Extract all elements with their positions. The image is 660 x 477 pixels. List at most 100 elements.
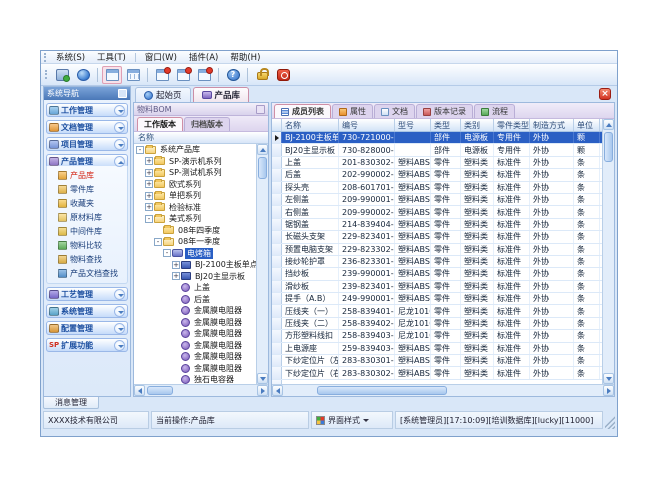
tree-node-18[interactable]: 金属膜电阻器 (134, 351, 256, 363)
sidebar-item-4[interactable]: 中间件库 (54, 225, 127, 238)
detail-tab-2[interactable]: 文档 (374, 104, 415, 118)
expand-icon[interactable]: + (172, 261, 180, 269)
power-button[interactable] (273, 66, 293, 84)
window-grid-button[interactable] (123, 66, 143, 84)
bom-version-tab-1[interactable]: 归档版本 (184, 117, 230, 131)
table-row-9[interactable]: 预置电脑支架229-823302-00X塑料ABS零件塑料类标准件外协条 (272, 244, 602, 256)
column-header-0[interactable]: 名称 (282, 119, 339, 131)
column-header-7[interactable]: 单位 (574, 119, 600, 131)
table-row-17[interactable]: 上电源座259-839403-00X塑料ABS零件塑料类标准件外协条 (272, 343, 602, 355)
sidebar-group-header-5[interactable]: 系统管理 (46, 304, 128, 318)
table-row-13[interactable]: 提手（A.B）249-990001-01X塑料ABS零件塑料类标准件外协条 (272, 293, 602, 305)
table-row-1[interactable]: BJ20主显示板730-828000-04X部件电源板专用件外协颗 (272, 144, 602, 156)
table-horizontal-scrollbar[interactable] (272, 384, 614, 396)
expand-icon[interactable]: + (172, 272, 180, 280)
sidebar-item-7[interactable]: 产品文档查找 (54, 267, 127, 280)
tree-node-2[interactable]: +SP-测试机系列 (134, 167, 256, 179)
help-button[interactable] (223, 66, 243, 84)
sidebar-group-header-7[interactable]: SP扩展功能 (46, 338, 128, 352)
table-row-18[interactable]: 下纱定位片（左）283-830301-00X塑料ABS零件塑料类标准件外协条 (272, 355, 602, 367)
table-row-12[interactable]: 滑纱板239-823401-00X塑料ABS零件塑料类标准件外协条 (272, 281, 602, 293)
tree-node-20[interactable]: 独石电容器 (134, 374, 256, 384)
window-resize-grip[interactable] (605, 411, 615, 429)
detail-tab-3[interactable]: 版本记录 (416, 104, 473, 118)
detail-tab-1[interactable]: 属性 (332, 104, 373, 118)
tree-node-3[interactable]: +欧式系列 (134, 179, 256, 191)
column-header-5[interactable]: 零件类型 (494, 119, 530, 131)
tree-node-7[interactable]: 08年四季度 (134, 225, 256, 237)
tree-node-19[interactable]: 金属膜电阻器 (134, 363, 256, 375)
tree-node-15[interactable]: 金属膜电阻器 (134, 317, 256, 329)
sidebar-group-header-0[interactable]: 工作管理 (46, 103, 128, 117)
table-vertical-scroll-thumb[interactable] (604, 132, 613, 162)
toolbar-grip-handle[interactable] (45, 70, 48, 79)
table-row-7[interactable]: 锯钢盖214-839404-01X塑料ABS零件塑料类标准件外协条 (272, 219, 602, 231)
table-row-15[interactable]: 压线夹（二）258-839402-00X尼龙1010零件塑料类标准件外协条 (272, 318, 602, 330)
collapse-icon[interactable]: - (163, 249, 171, 257)
table-scroll-up-button[interactable] (603, 119, 614, 130)
tree-vertical-scroll-thumb[interactable] (258, 157, 267, 179)
sidebar-menu-button[interactable] (118, 89, 127, 98)
table-row-10[interactable]: 接纱轮护罩236-823301-00X塑料ABS零件塑料类标准件外协条 (272, 256, 602, 268)
globe-button[interactable] (73, 66, 93, 84)
tree-node-10[interactable]: +BJ-2100主板单点 (134, 259, 256, 271)
collapse-icon[interactable]: - (145, 215, 153, 223)
table-scroll-down-button[interactable] (603, 373, 614, 384)
window-close-button[interactable] (194, 66, 214, 84)
menu-item-2[interactable]: 窗口(W) (139, 50, 183, 64)
tree-node-5[interactable]: +检验标准 (134, 202, 256, 214)
detail-tab-0[interactable]: 成员列表 (274, 104, 331, 118)
bom-panel-pin-button[interactable] (256, 105, 265, 114)
message-management-tab[interactable]: 消息管理 (43, 397, 99, 409)
tree-scroll-right-button[interactable] (257, 385, 268, 396)
column-header-3[interactable]: 类型 (431, 119, 461, 131)
table-scroll-right-button[interactable] (603, 385, 614, 396)
sidebar-item-0[interactable]: 产品库 (54, 169, 127, 182)
chevron-down-icon[interactable] (114, 139, 125, 150)
tree-node-4[interactable]: +单把系列 (134, 190, 256, 202)
sidebar-item-2[interactable]: 收藏夹 (54, 197, 127, 210)
tree-node-9[interactable]: -电烤箱 (134, 248, 256, 260)
table-row-0[interactable]: BJ-2100主板单点730-721000-12X部件电源板专用件外协颗 (272, 132, 602, 144)
tree-node-11[interactable]: +BJ20主显示板 (134, 271, 256, 283)
chevron-down-icon[interactable] (114, 122, 125, 133)
chevron-down-icon[interactable] (114, 289, 125, 300)
menu-item-0[interactable]: 系统(S) (50, 50, 91, 64)
chevron-down-icon[interactable] (114, 306, 125, 317)
table-horizontal-scroll-thumb[interactable] (317, 386, 447, 395)
table-row-8[interactable]: 长磁头支架229-823401-00X塑料ABS零件塑料类标准件外协条 (272, 231, 602, 243)
tree-vertical-scrollbar[interactable] (256, 144, 268, 384)
table-vertical-scrollbar[interactable] (602, 119, 614, 384)
sidebar-item-6[interactable]: 物料查找 (54, 253, 127, 266)
window-open-button[interactable] (173, 66, 193, 84)
collapse-icon[interactable]: - (154, 238, 162, 246)
tree-scroll-left-button[interactable] (134, 385, 145, 396)
tree-node-17[interactable]: 金属膜电阻器 (134, 340, 256, 352)
close-tab-button[interactable]: × (599, 88, 611, 100)
tree-horizontal-scrollbar[interactable] (134, 384, 268, 396)
tree-node-14[interactable]: 金属膜电阻器 (134, 305, 256, 317)
detail-tab-4[interactable]: 流程 (474, 104, 515, 118)
column-header-2[interactable]: 型号 (395, 119, 431, 131)
table-row-14[interactable]: 压线夹（一）258-839401-00X尼龙1010零件塑料类标准件外协条 (272, 305, 602, 317)
sidebar-group-header-1[interactable]: 文档管理 (46, 120, 128, 134)
tree-scroll-down-button[interactable] (257, 373, 268, 384)
menu-item-1[interactable]: 工具(T) (91, 50, 132, 64)
sidebar-item-5[interactable]: 物料比较 (54, 239, 127, 252)
document-tab-0[interactable]: 起始页 (135, 87, 191, 102)
menu-item-3[interactable]: 插件(A) (183, 50, 224, 64)
expand-icon[interactable]: + (145, 157, 153, 165)
table-row-2[interactable]: 上盖201-830302-00X塑料ABS零件塑料类标准件外协条 (272, 157, 602, 169)
tree-node-6[interactable]: -美式系列 (134, 213, 256, 225)
tree-node-0[interactable]: -系统产品库 (134, 144, 256, 156)
expand-icon[interactable]: + (145, 169, 153, 177)
tree-column-header[interactable]: 名称 (134, 132, 268, 144)
chevron-down-icon[interactable] (114, 105, 125, 116)
tree-node-8[interactable]: -08年一季度 (134, 236, 256, 248)
window-new-button[interactable] (152, 66, 172, 84)
table-row-4[interactable]: 探头壳208-601701-01X塑料ABS零件塑料类标准件外协条 (272, 182, 602, 194)
tree-node-12[interactable]: 上盖 (134, 282, 256, 294)
monitor-button[interactable] (52, 66, 72, 84)
table-row-11[interactable]: 挡纱板239-990001-01X塑料ABS零件塑料类标准件外协条 (272, 268, 602, 280)
window-button[interactable] (102, 66, 122, 84)
